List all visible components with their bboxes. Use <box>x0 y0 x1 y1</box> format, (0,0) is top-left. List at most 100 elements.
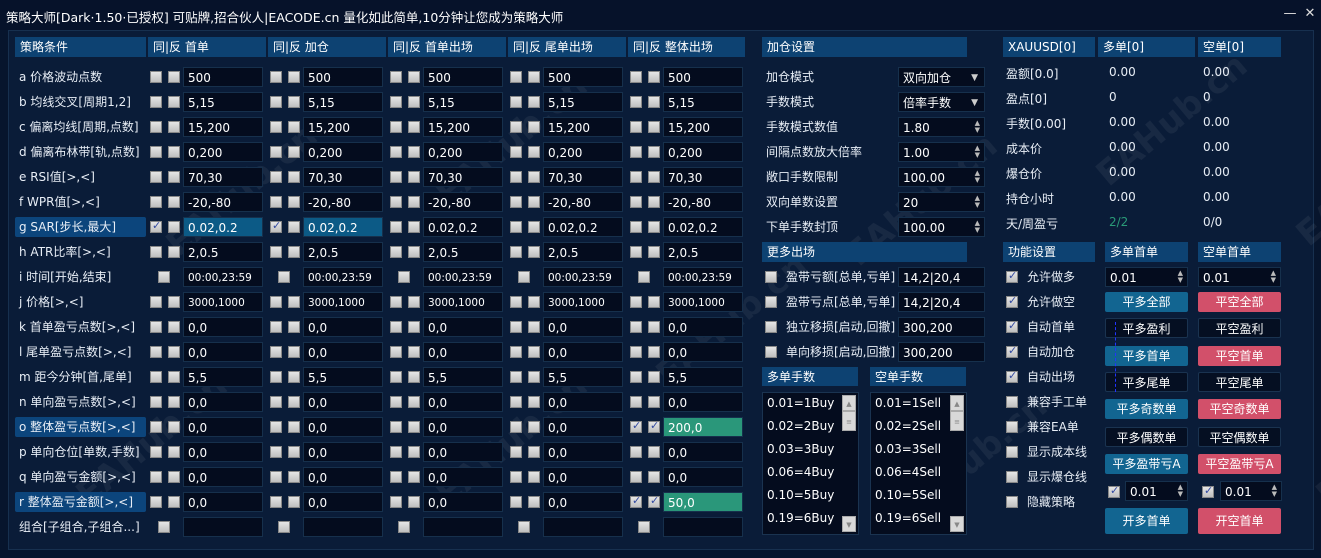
reverse-direction-checkbox[interactable] <box>288 471 300 483</box>
condition-value-input[interactable]: 0,0 <box>183 342 263 362</box>
function-option-checkbox[interactable] <box>1006 369 1018 383</box>
reverse-direction-checkbox[interactable] <box>288 396 300 408</box>
reverse-direction-checkbox[interactable] <box>408 221 420 233</box>
same-direction-checkbox[interactable] <box>390 221 402 233</box>
reverse-direction-checkbox[interactable] <box>408 446 420 458</box>
reverse-direction-checkbox[interactable] <box>648 121 660 133</box>
close-buy-button[interactable]: 平多尾单 <box>1105 372 1188 392</box>
reverse-direction-checkbox[interactable] <box>648 419 660 433</box>
same-direction-checkbox[interactable] <box>510 221 522 233</box>
condition-value-input[interactable]: 0,0 <box>543 392 623 412</box>
condition-value-input[interactable]: 0,0 <box>423 442 503 462</box>
reverse-direction-checkbox[interactable] <box>528 421 540 433</box>
condition-value-input[interactable]: 5,5 <box>183 367 263 387</box>
close-sell-button[interactable]: 平空盈利 <box>1198 318 1281 338</box>
same-direction-checkbox[interactable] <box>150 371 162 383</box>
reverse-direction-checkbox[interactable] <box>288 96 300 108</box>
reverse-direction-checkbox[interactable] <box>408 421 420 433</box>
scrollbar-thumb[interactable]: ≡ <box>950 411 964 431</box>
condition-value-input[interactable]: 0,0 <box>543 342 623 362</box>
reverse-direction-checkbox[interactable] <box>528 321 540 333</box>
condition-value-input[interactable]: 0,200 <box>303 142 383 162</box>
exit-option-input[interactable]: 14,2|20,4 <box>898 292 985 312</box>
condition-value-input[interactable]: 5,5 <box>423 367 503 387</box>
condition-value-input[interactable]: 00:00,23:59 <box>423 267 503 287</box>
exit-option-input[interactable]: 300,200 <box>898 342 985 362</box>
same-direction-checkbox[interactable] <box>270 346 282 358</box>
same-direction-checkbox[interactable] <box>390 371 402 383</box>
reverse-direction-checkbox[interactable] <box>288 496 300 508</box>
lot-list-item[interactable]: 0.19=6Sell <box>875 511 941 525</box>
close-buy-button[interactable]: 平多盈利 <box>1105 318 1188 338</box>
condition-value-input[interactable]: 0,200 <box>663 142 743 162</box>
reverse-direction-checkbox[interactable] <box>648 396 660 408</box>
condition-value-input[interactable]: 0,200 <box>423 142 503 162</box>
setting-spinbox[interactable]: 1.80 ▲ ▼ <box>898 117 985 137</box>
reverse-direction-checkbox[interactable] <box>648 296 660 308</box>
same-direction-checkbox[interactable] <box>150 71 162 83</box>
condition-value-input[interactable]: 0,0 <box>303 392 383 412</box>
condition-value-input[interactable]: 0,0 <box>423 417 503 437</box>
condition-value-input[interactable]: 500 <box>423 67 503 87</box>
reverse-direction-checkbox[interactable] <box>648 171 660 183</box>
condition-value-input[interactable]: 0,0 <box>303 442 383 462</box>
same-direction-checkbox[interactable] <box>510 321 522 333</box>
condition-value-input[interactable] <box>183 517 263 537</box>
same-direction-checkbox[interactable] <box>630 471 642 483</box>
setting-dropdown[interactable]: 双向加仓 ▼ <box>898 67 985 87</box>
reverse-direction-checkbox[interactable] <box>528 196 540 208</box>
condition-value-input[interactable]: 500 <box>183 67 263 87</box>
same-direction-checkbox[interactable] <box>630 346 642 358</box>
same-direction-checkbox[interactable] <box>390 321 402 333</box>
scrollbar-down-arrow[interactable]: ▼ <box>842 516 856 532</box>
same-direction-checkbox[interactable] <box>270 121 282 133</box>
same-direction-checkbox[interactable] <box>390 71 402 83</box>
condition-value-input[interactable]: 0.02,0.2 <box>183 217 263 237</box>
condition-value-input[interactable]: 0,0 <box>543 442 623 462</box>
same-direction-checkbox[interactable] <box>390 121 402 133</box>
reverse-direction-checkbox[interactable] <box>288 446 300 458</box>
reverse-direction-checkbox[interactable] <box>168 171 180 183</box>
same-direction-checkbox[interactable] <box>270 171 282 183</box>
function-option-checkbox[interactable] <box>1006 319 1018 333</box>
condition-value-input[interactable]: 2,0.5 <box>183 242 263 262</box>
reverse-direction-checkbox[interactable] <box>168 396 180 408</box>
condition-value-input[interactable]: 200,0 <box>663 417 743 437</box>
condition-value-input[interactable]: 2,0.5 <box>423 242 503 262</box>
reverse-direction-checkbox[interactable] <box>528 396 540 408</box>
reverse-direction-checkbox[interactable] <box>168 96 180 108</box>
condition-value-input[interactable]: 00:00,23:59 <box>303 267 383 287</box>
same-direction-checkbox[interactable] <box>150 296 162 308</box>
close-buy-button[interactable]: 平多偶数单 <box>1105 427 1188 447</box>
condition-value-input[interactable]: 00:00,23:59 <box>543 267 623 287</box>
same-direction-checkbox[interactable] <box>150 396 162 408</box>
reverse-direction-checkbox[interactable] <box>168 296 180 308</box>
condition-value-input[interactable]: -20,-80 <box>423 192 503 212</box>
reverse-direction-checkbox[interactable] <box>288 196 300 208</box>
condition-value-input[interactable]: 0,0 <box>663 467 743 487</box>
same-direction-checkbox[interactable] <box>630 121 642 133</box>
close-sell-button[interactable]: 平空奇数单 <box>1198 399 1281 419</box>
condition-value-input[interactable]: 3000,1000 <box>423 292 503 312</box>
condition-value-input[interactable]: 0,0 <box>183 492 263 512</box>
condition-value-input[interactable]: 0,0 <box>423 317 503 337</box>
reverse-direction-checkbox[interactable] <box>528 121 540 133</box>
same-direction-checkbox[interactable] <box>630 196 642 208</box>
enable-checkbox[interactable] <box>398 271 410 283</box>
same-direction-checkbox[interactable] <box>390 171 402 183</box>
chevron-down-icon[interactable]: ▼ <box>971 68 978 86</box>
reverse-direction-checkbox[interactable] <box>288 346 300 358</box>
close-buy-button[interactable]: 平多首单 <box>1105 346 1188 366</box>
same-direction-checkbox[interactable] <box>510 171 522 183</box>
reverse-direction-checkbox[interactable] <box>168 121 180 133</box>
condition-value-input[interactable]: 70,30 <box>303 167 383 187</box>
same-direction-checkbox[interactable] <box>150 446 162 458</box>
reverse-direction-checkbox[interactable] <box>408 296 420 308</box>
reverse-direction-checkbox[interactable] <box>168 246 180 258</box>
condition-value-input[interactable]: 15,200 <box>543 117 623 137</box>
enable-checkbox[interactable] <box>278 271 290 283</box>
reverse-direction-checkbox[interactable] <box>288 146 300 158</box>
condition-value-input[interactable]: 0,0 <box>303 417 383 437</box>
reverse-direction-checkbox[interactable] <box>408 496 420 508</box>
condition-value-input[interactable]: 0.02,0.2 <box>303 217 383 237</box>
